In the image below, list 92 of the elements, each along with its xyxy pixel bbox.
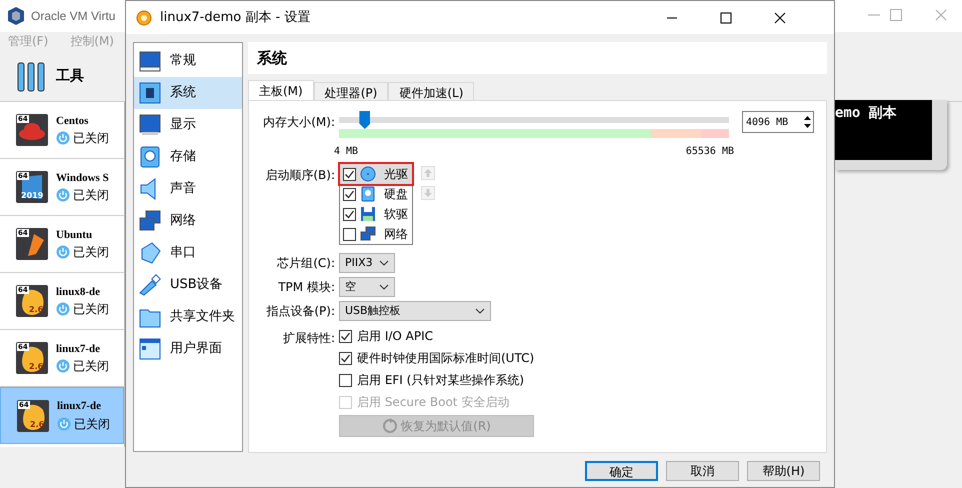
vm-state: 已关闭 xyxy=(73,301,109,318)
chip-icon xyxy=(138,81,162,105)
dropdown[interactable]: USB触控板 xyxy=(339,301,491,321)
device-label: 软驱 xyxy=(384,206,408,223)
preview-text: emo 副本 xyxy=(835,105,897,121)
nav-item[interactable]: 网络 xyxy=(134,205,242,237)
spin-arrows-icon[interactable] xyxy=(802,114,813,130)
power-icon xyxy=(56,359,70,374)
tools-label[interactable]: 工具 xyxy=(56,66,84,87)
checkbox-label: 硬件时钟使用国际标准时间(UTC) xyxy=(357,350,534,367)
window-icon xyxy=(138,337,162,361)
section-title: 系统 xyxy=(257,49,287,67)
monitor-icon xyxy=(138,49,162,73)
boot-order-label: 启动顺序(B): xyxy=(264,167,336,184)
os-logo-icon xyxy=(16,228,48,260)
features-label: 扩展特性: xyxy=(282,330,336,347)
field-label: 芯片组(C): xyxy=(276,255,336,272)
checkbox[interactable] xyxy=(343,228,356,240)
os-logo-icon xyxy=(16,285,48,317)
nav-item[interactable]: 系统 xyxy=(134,77,242,109)
app-icon xyxy=(6,6,26,26)
power-icon xyxy=(56,188,70,202)
checkbox[interactable] xyxy=(343,168,356,180)
network-icon xyxy=(138,209,162,233)
power-icon xyxy=(56,245,70,260)
checkbox-label: 启用 I/O APIC xyxy=(357,328,434,345)
vm-state: 已关闭 xyxy=(74,416,110,433)
nav-item[interactable]: 存储 xyxy=(134,141,242,173)
os-logo-icon xyxy=(17,400,49,432)
memory-label: 内存大小(M): xyxy=(262,114,336,131)
vm-name: Windows S xyxy=(56,170,109,186)
scale-min-label: 4 MB xyxy=(334,145,358,159)
checkbox-label: 启用 Secure Boot 安全启动 xyxy=(357,394,510,411)
scale-max-label: 65536 MB xyxy=(686,145,734,159)
monitor-icon xyxy=(138,113,162,137)
usb-icon xyxy=(138,273,162,297)
nav-item[interactable]: 串口 xyxy=(134,237,242,269)
field-label: 指点设备(P): xyxy=(265,303,336,320)
power-icon xyxy=(56,131,70,146)
vm-state: 已关闭 xyxy=(73,358,109,376)
nav-item[interactable]: 常规 xyxy=(134,45,242,77)
device-label: 网络 xyxy=(384,226,408,243)
checkbox[interactable] xyxy=(339,352,352,364)
disc-icon xyxy=(360,166,376,182)
boot-device-item[interactable]: 网络 xyxy=(340,224,412,244)
vm-name: Ubuntu xyxy=(56,228,94,243)
tab[interactable]: 处理器(P) xyxy=(314,82,388,100)
vm-state: 已关闭 xyxy=(73,187,109,204)
dialog-button[interactable]: 确定 xyxy=(585,461,658,481)
tab[interactable]: 硬件加速(L) xyxy=(388,82,474,100)
nav-item[interactable]: 共享文件夹 xyxy=(134,301,242,333)
network-icon xyxy=(360,226,376,242)
dropdown[interactable]: PIIX3 xyxy=(339,253,395,273)
tools-icon xyxy=(16,60,46,92)
device-label: 硬盘 xyxy=(384,186,408,203)
checkbox[interactable] xyxy=(339,330,352,342)
checkbox[interactable] xyxy=(339,374,352,386)
nav-item[interactable]: 用户界面 xyxy=(134,333,242,365)
chevron-down-icon xyxy=(475,308,485,314)
gear-icon xyxy=(136,10,152,26)
os-logo-icon xyxy=(16,114,48,146)
dialog-button[interactable]: 取消 xyxy=(666,461,739,481)
refresh-icon xyxy=(382,418,398,434)
dropdown[interactable]: 空 xyxy=(339,277,395,297)
power-icon xyxy=(56,302,70,316)
chevron-down-icon xyxy=(379,284,389,290)
field-label: TPM 模块: xyxy=(277,279,336,296)
vm-state: 已关闭 xyxy=(73,130,109,148)
dialog-button[interactable]: 帮助(H) xyxy=(747,461,820,481)
nav-item[interactable]: USB设备 xyxy=(134,269,242,301)
window-title: Oracle VM Virtu xyxy=(31,8,116,25)
power-icon xyxy=(57,416,71,431)
nav-item[interactable]: 声音 xyxy=(134,173,242,205)
device-label: 光驱 xyxy=(384,166,408,183)
checkbox-label: 启用 EFI (只针对某些操作系统) xyxy=(357,372,524,389)
nav-item[interactable]: 显示 xyxy=(134,109,242,141)
vm-name: Centos xyxy=(56,114,90,129)
vm-name: linux8-de xyxy=(56,284,102,300)
boot-device-item[interactable]: 硬盘 xyxy=(340,184,412,204)
os-logo-icon xyxy=(16,342,48,374)
dialog-title: linux7-demo 副本 - 设置 xyxy=(160,8,310,27)
checkbox[interactable] xyxy=(343,208,356,220)
vm-state: 已关闭 xyxy=(73,244,109,262)
checkbox[interactable] xyxy=(343,188,356,200)
memory-spinbox[interactable]: 4096 MB xyxy=(742,111,814,133)
boot-device-item[interactable]: 软驱 xyxy=(340,204,412,224)
boot-device-item[interactable]: 光驱 xyxy=(340,164,412,184)
tab[interactable]: 主板(M) xyxy=(248,80,314,100)
floppy-icon xyxy=(360,206,376,222)
vm-name: linux7-de xyxy=(56,342,102,357)
chevron-down-icon xyxy=(379,260,389,266)
vm-name: linux7-de xyxy=(57,399,102,414)
